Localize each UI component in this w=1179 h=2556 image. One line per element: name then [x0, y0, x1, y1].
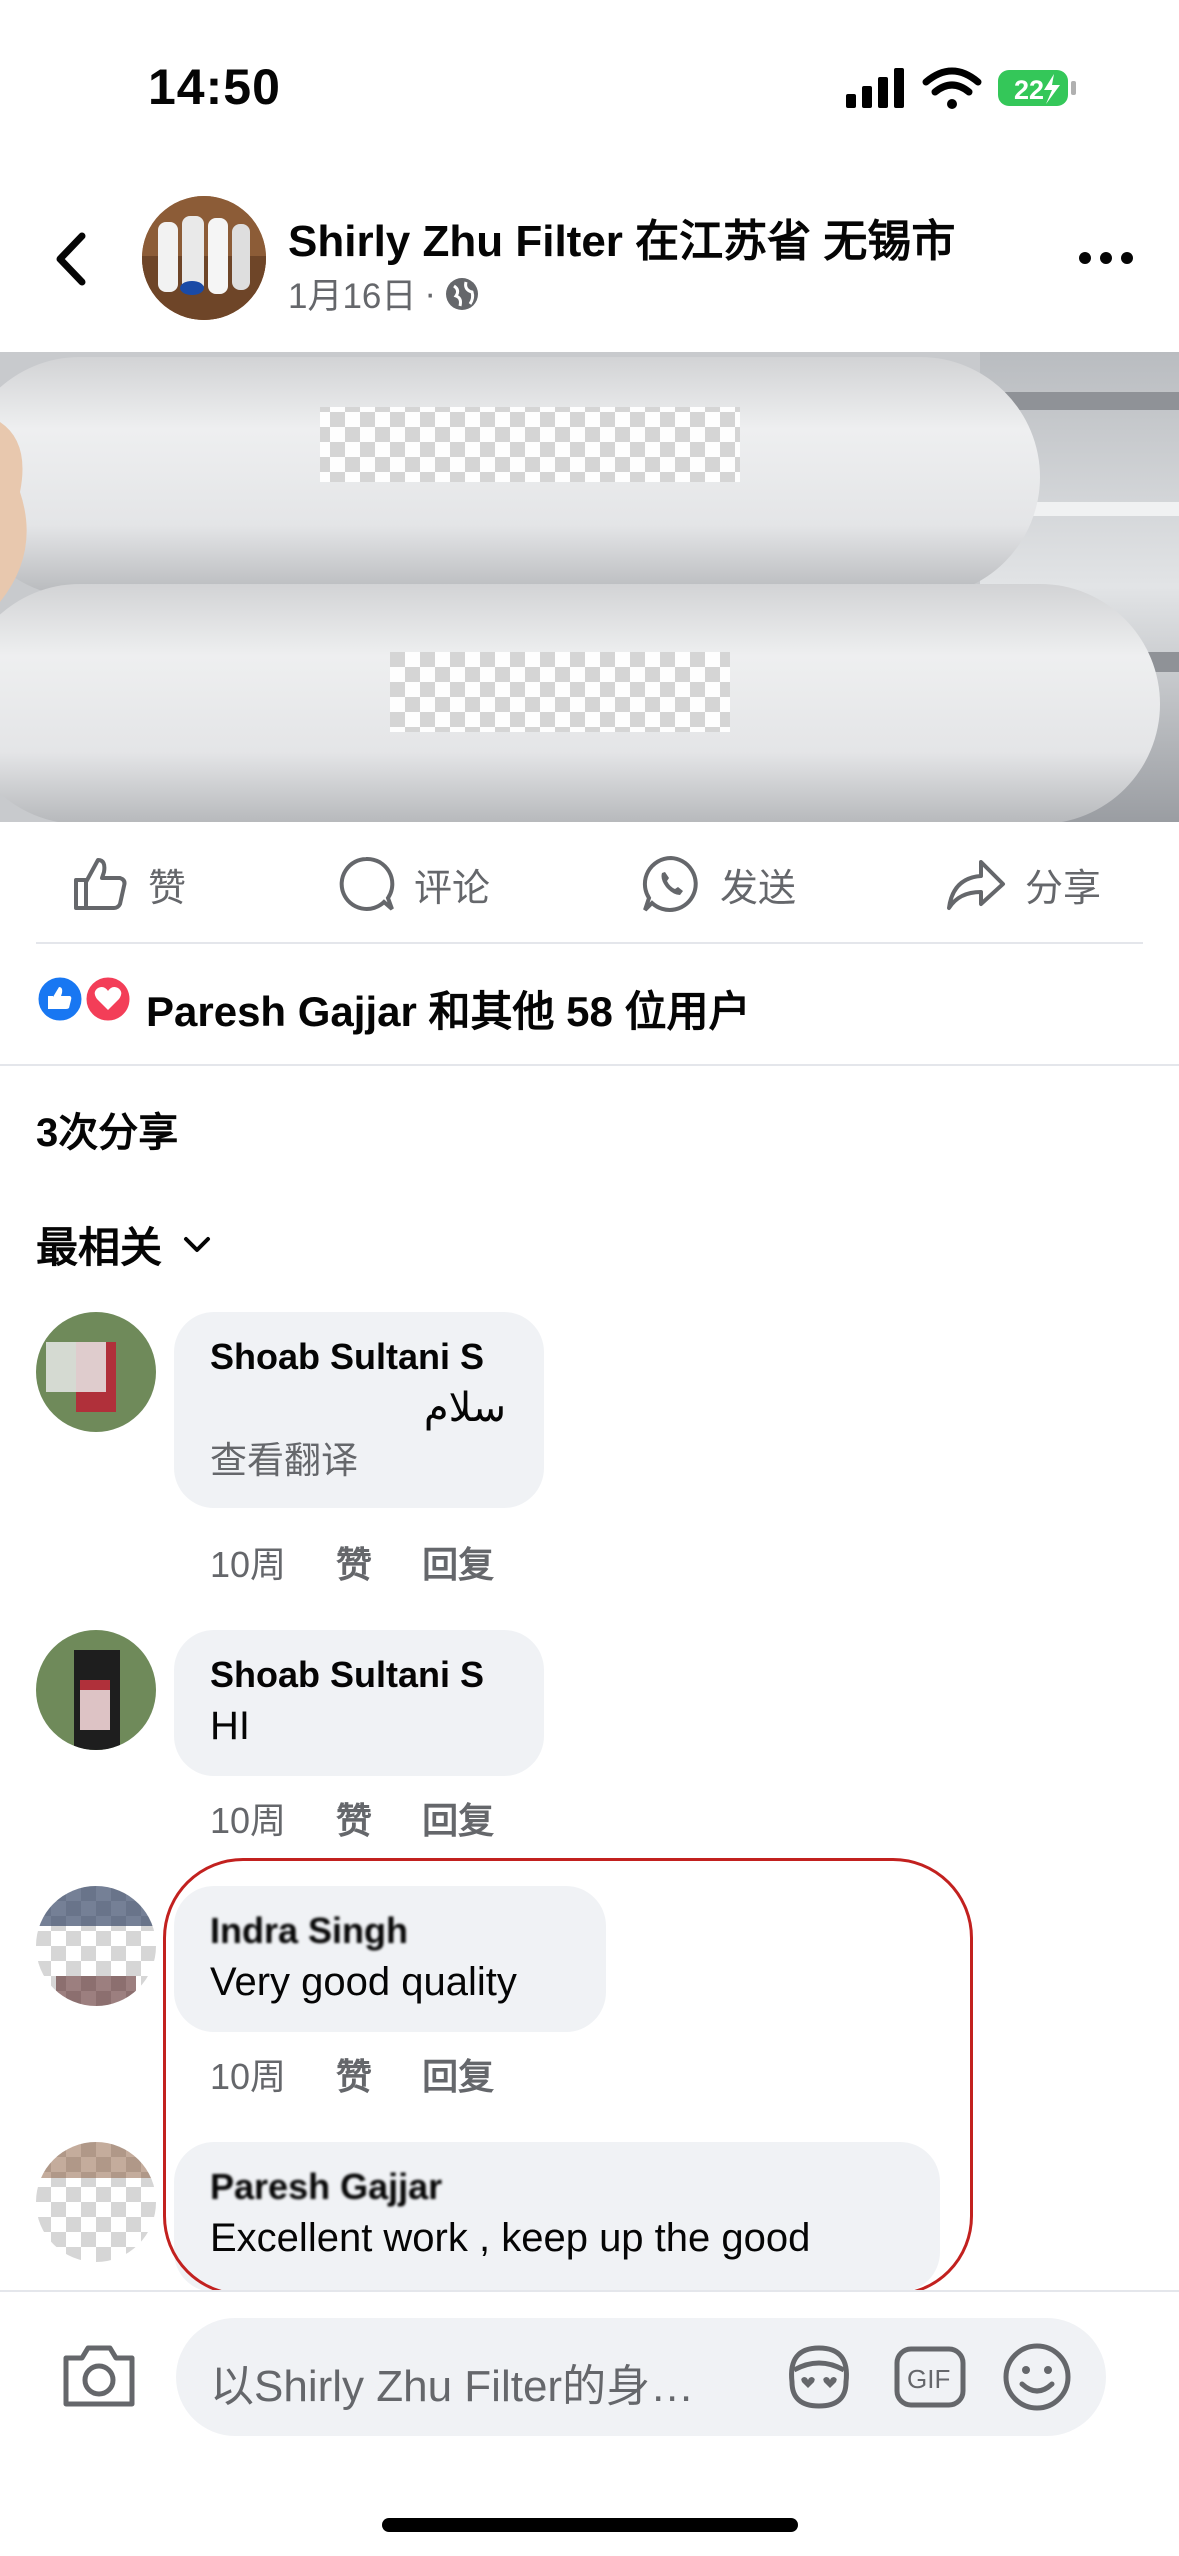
share-label: 分享 [1025, 867, 1102, 910]
like-button[interactable]: 赞 [70, 848, 186, 920]
chevron-left-icon [56, 232, 86, 286]
commenter-avatar[interactable] [36, 2142, 156, 2262]
chevron-down-icon [184, 1236, 211, 1252]
camera-button[interactable] [60, 2340, 138, 2410]
meta-separator: · [424, 273, 437, 313]
comment-author[interactable]: Shoab Sultani S [210, 1334, 506, 1380]
see-translation-link[interactable]: 查看翻译 [210, 1436, 506, 1486]
commenter-avatar[interactable] [36, 1886, 156, 2006]
post-date[interactable]: 1月16日 [288, 268, 416, 319]
more-options-button[interactable] [1078, 250, 1134, 266]
home-indicator[interactable] [382, 2518, 798, 2532]
whatsapp-icon [642, 855, 698, 912]
emoji-icon [1003, 2343, 1071, 2411]
comment-input-placeholder: 以Shirly Zhu Filter的身… [210, 2362, 695, 2411]
comment-actions: 10周 赞 回复 [210, 1536, 494, 1588]
status-time: 14:50 [148, 59, 281, 115]
thumbs-up-icon [74, 858, 127, 910]
comment-text: سلام [423, 1386, 506, 1430]
send-button[interactable]: 发送 [640, 848, 796, 920]
svg-text:GIF: GIF [907, 2364, 950, 2394]
comment-label: 评论 [414, 867, 491, 910]
more-icon [1079, 252, 1133, 264]
like-label: 赞 [148, 867, 187, 910]
shares-count[interactable]: 3次分享 [36, 1100, 178, 1158]
commenter-avatar[interactable] [36, 1630, 156, 1750]
battery-icon: 22 [998, 70, 1076, 106]
author-name[interactable]: Shirly Zhu Filter [288, 217, 623, 266]
post-location: 在江苏省 无锡市 [635, 217, 956, 266]
status-icons: 22 [840, 60, 1080, 116]
svg-text:22: 22 [1014, 75, 1044, 105]
avatar-sticker-icon [789, 2345, 849, 2409]
comment-sort-dropdown[interactable]: 最相关 [36, 1214, 212, 1275]
commenter-avatar[interactable] [36, 1312, 156, 1432]
share-arrow-icon [947, 860, 1005, 910]
gif-button[interactable]: GIF [894, 2346, 966, 2408]
cellular-signal-icon [846, 68, 904, 108]
comment-time: 10周 [210, 1800, 287, 1841]
comment-author[interactable]: Shoab Sultani S [210, 1652, 506, 1698]
comment-bubble[interactable]: Shoab Sultani S سلام 查看翻译 [174, 1312, 544, 1508]
wifi-icon [922, 67, 982, 109]
comment-bubble-icon [339, 856, 395, 911]
sort-label: 最相关 [36, 1224, 163, 1271]
globe-icon [446, 277, 479, 310]
comment-reply-button[interactable]: 回复 [422, 1536, 494, 1588]
divider [36, 942, 1143, 944]
send-label: 发送 [720, 867, 797, 910]
comment-bubble[interactable]: Shoab Sultani S HI [174, 1630, 544, 1776]
comment-button[interactable]: 评论 [336, 848, 490, 920]
avatar-sticker-button[interactable] [782, 2342, 856, 2412]
gif-icon: GIF [894, 2346, 966, 2408]
comment-time: 10周 [210, 1544, 287, 1585]
author-avatar[interactable] [142, 196, 266, 320]
reaction-icons[interactable] [34, 974, 144, 1024]
emoji-button[interactable] [1002, 2342, 1072, 2412]
divider [0, 1064, 1179, 1066]
reactions-summary[interactable]: Paresh Gajjar 和其他 58 位用户 [146, 978, 751, 1039]
comment-reply-button[interactable]: 回复 [422, 1792, 494, 1844]
highlight-annotation [163, 1858, 973, 2296]
camera-icon [63, 2345, 135, 2407]
comment-like-button[interactable]: 赞 [336, 1536, 372, 1588]
comment-actions: 10周 赞 回复 [210, 1792, 494, 1844]
comment-text: HI [210, 1704, 250, 1748]
post-photo[interactable] [0, 352, 1179, 822]
comment-like-button[interactable]: 赞 [336, 1792, 372, 1844]
share-button[interactable]: 分享 [945, 848, 1101, 920]
back-button[interactable] [48, 228, 98, 290]
